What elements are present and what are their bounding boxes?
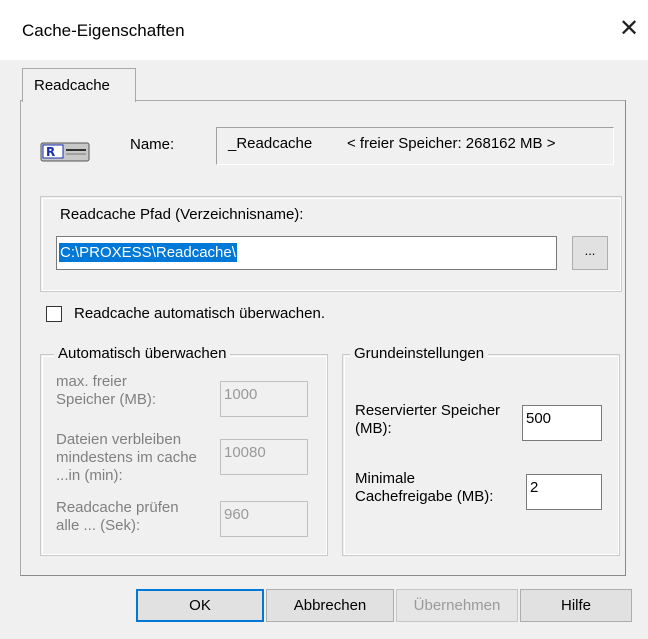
title-bar: Cache-Eigenschaften ✕ — [0, 0, 648, 60]
cache-name-value: _Readcache — [228, 135, 313, 152]
min-cache-release-input[interactable]: 2 — [526, 474, 602, 510]
reserved-memory-input[interactable]: 500 — [522, 405, 602, 441]
path-input-value: C:\PROXESS\Readcache\ — [59, 243, 237, 262]
tab-readcache[interactable]: Readcache — [22, 68, 136, 102]
max-free-memory-input[interactable]: 1000 — [220, 381, 308, 417]
help-button[interactable]: Hilfe — [520, 589, 632, 622]
auto-monitor-group-legend: Automatisch überwachen — [54, 345, 231, 362]
window-title: Cache-Eigenschaften — [22, 21, 185, 40]
name-label: Name: — [130, 136, 175, 153]
path-group-legend: Readcache Pfad (Verzeichnisname): — [60, 206, 304, 223]
base-settings-group — [342, 354, 620, 556]
base-settings-group-legend: Grundeinstellungen — [350, 345, 489, 362]
cancel-button[interactable]: Abbrechen — [266, 589, 394, 622]
reserved-memory-label: Reservierter Speicher (MB): — [355, 402, 501, 437]
check-interval-input[interactable]: 960 — [220, 501, 308, 537]
ok-button[interactable]: OK — [136, 589, 264, 622]
files-retain-label: Dateien verbleiben mindestens im cache .… — [56, 431, 197, 484]
min-cache-release-label: Minimale Cachefreigabe (MB): — [355, 470, 494, 505]
svg-text:R: R — [46, 145, 55, 159]
max-free-memory-label: max. freier Speicher (MB): — [56, 373, 157, 408]
browse-button[interactable]: ... — [572, 236, 608, 270]
close-icon[interactable]: ✕ — [614, 14, 644, 44]
check-interval-label: Readcache prüfen alle ... (Sek): — [56, 499, 179, 534]
auto-monitor-label: Readcache automatisch überwachen. — [74, 305, 325, 322]
apply-button[interactable]: Übernehmen — [396, 589, 518, 622]
files-retain-input[interactable]: 10080 — [220, 439, 308, 475]
auto-monitor-checkbox[interactable] — [46, 306, 62, 322]
drive-icon: R — [40, 142, 90, 162]
tab-label: Readcache — [34, 77, 110, 94]
free-space-info: < freier Speicher: 268162 MB > — [347, 135, 556, 152]
